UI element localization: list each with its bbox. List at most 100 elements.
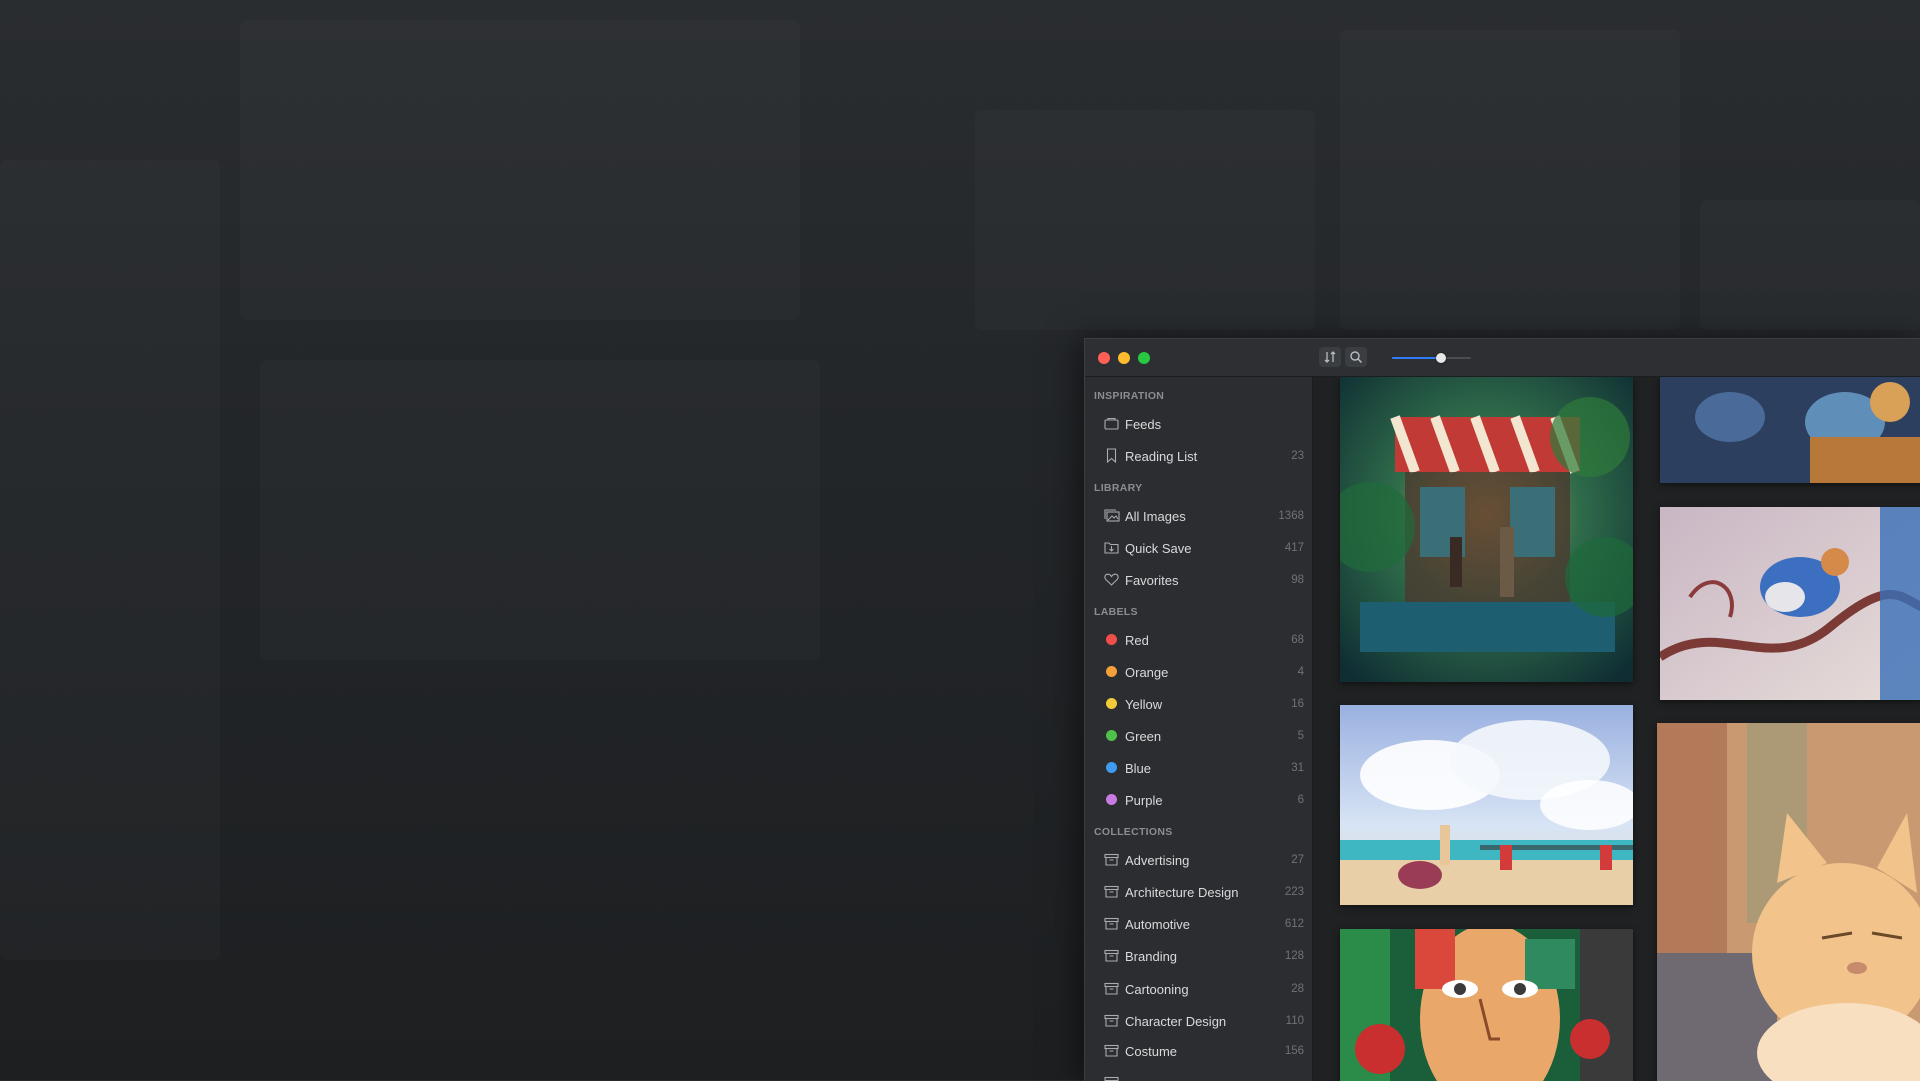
label-dot-icon xyxy=(1103,759,1120,776)
sidebar-item-label-purple[interactable]: Purple 6 xyxy=(1085,787,1312,813)
label-dot-icon xyxy=(1103,727,1120,744)
sidebar-item-collection-partial[interactable] xyxy=(1085,1070,1312,1081)
sidebar-item-collection-branding[interactable]: Branding 128 xyxy=(1085,943,1312,969)
artwork-seaside-image xyxy=(1340,705,1633,905)
sidebar-item-collection-cartooning[interactable]: Cartooning 28 xyxy=(1085,976,1312,1002)
heart-icon xyxy=(1103,571,1120,588)
sidebar-item-count: 5 xyxy=(1297,730,1304,742)
sidebar-item-label: Branding xyxy=(1125,949,1178,964)
sidebar-item-collection-costume[interactable]: Costume 156 xyxy=(1085,1038,1312,1064)
sidebar-item-label: Favorites xyxy=(1125,573,1179,588)
image-thumbnail[interactable] xyxy=(1660,377,1920,483)
sidebar-item-label: Green xyxy=(1125,729,1162,744)
sidebar-item-collection-character-design[interactable]: Character Design 110 xyxy=(1085,1008,1312,1034)
slider-fill xyxy=(1392,357,1441,359)
archive-box-icon xyxy=(1103,851,1120,868)
sidebar-item-all-images[interactable]: All Images 1368 xyxy=(1085,503,1312,529)
background-shape xyxy=(975,110,1315,330)
image-thumbnail[interactable] xyxy=(1340,929,1633,1081)
background-shape xyxy=(260,360,820,660)
sidebar-item-count: 28 xyxy=(1291,983,1304,995)
sidebar-item-count: 98 xyxy=(1291,574,1304,586)
title-bar xyxy=(1085,339,1920,377)
sidebar: INSPIRATION Feeds Reading List 23 LIBRAR… xyxy=(1085,377,1313,1081)
sidebar-item-count: 110 xyxy=(1285,1015,1304,1027)
sidebar-item-count: 1368 xyxy=(1278,510,1304,522)
section-header-inspiration: INSPIRATION xyxy=(1094,390,1165,402)
blue-dot-icon xyxy=(1106,762,1117,773)
sidebar-item-quick-save[interactable]: Quick Save 417 xyxy=(1085,535,1312,561)
sidebar-item-label-orange[interactable]: Orange 4 xyxy=(1085,659,1312,685)
section-header-library: LIBRARY xyxy=(1094,482,1143,494)
sidebar-item-count: 417 xyxy=(1284,542,1304,554)
close-window-button[interactable] xyxy=(1098,352,1110,364)
archive-box-icon xyxy=(1103,883,1120,900)
sidebar-item-label: Red xyxy=(1125,633,1149,648)
sidebar-item-label: Character Design xyxy=(1125,1014,1227,1029)
sidebar-item-label: Cartooning xyxy=(1125,982,1189,997)
label-dot-icon xyxy=(1103,663,1120,680)
artwork-cat-portrait-image xyxy=(1657,723,1920,1081)
sidebar-item-collection-automotive[interactable]: Automotive 612 xyxy=(1085,911,1312,937)
sidebar-item-label: Orange xyxy=(1125,665,1169,680)
sidebar-item-count: 612 xyxy=(1284,918,1304,930)
background-shape xyxy=(1340,30,1680,330)
sidebar-item-label-yellow[interactable]: Yellow 16 xyxy=(1085,691,1312,717)
orange-dot-icon xyxy=(1106,666,1117,677)
sidebar-item-label: Architecture Design xyxy=(1125,885,1239,900)
sidebar-item-collection-architecture-design[interactable]: Architecture Design 223 xyxy=(1085,879,1312,905)
sidebar-item-label: Advertising xyxy=(1125,853,1190,868)
sidebar-item-favorites[interactable]: Favorites 98 xyxy=(1085,567,1312,593)
artwork-bird-branch-image xyxy=(1660,507,1920,700)
sidebar-item-count: 4 xyxy=(1297,666,1304,678)
app-window: INSPIRATION Feeds Reading List 23 LIBRAR… xyxy=(1084,338,1920,1081)
sidebar-item-label: Blue xyxy=(1125,761,1152,776)
sidebar-item-label: All Images xyxy=(1125,509,1186,524)
image-thumbnail[interactable] xyxy=(1340,705,1633,905)
feeds-icon xyxy=(1103,415,1120,432)
sidebar-item-count: 31 xyxy=(1291,762,1304,774)
sidebar-item-count: 6 xyxy=(1297,794,1304,806)
bookmark-icon xyxy=(1103,447,1120,464)
images-icon xyxy=(1103,507,1120,524)
sidebar-item-collection-advertising[interactable]: Advertising 27 xyxy=(1085,847,1312,873)
green-dot-icon xyxy=(1106,730,1117,741)
sidebar-item-label-blue[interactable]: Blue 31 xyxy=(1085,755,1312,781)
sidebar-item-label: Costume xyxy=(1125,1044,1178,1059)
sidebar-item-feeds[interactable]: Feeds xyxy=(1085,411,1312,437)
yellow-dot-icon xyxy=(1106,698,1117,709)
sidebar-item-label-red[interactable]: Red 68 xyxy=(1085,627,1312,653)
search-button[interactable] xyxy=(1345,347,1367,367)
image-thumbnail[interactable] xyxy=(1660,507,1920,700)
minimize-window-button[interactable] xyxy=(1118,352,1130,364)
image-thumbnail[interactable] xyxy=(1340,377,1633,682)
archive-box-icon xyxy=(1103,915,1120,932)
sidebar-item-count: 68 xyxy=(1291,634,1304,646)
red-dot-icon xyxy=(1106,634,1117,645)
background-shape xyxy=(240,20,800,320)
slider-knob[interactable] xyxy=(1435,353,1446,363)
sidebar-item-reading-list[interactable]: Reading List 23 xyxy=(1085,443,1312,469)
quick-save-icon xyxy=(1103,539,1120,556)
sidebar-item-label: Yellow xyxy=(1125,697,1163,712)
label-dot-icon xyxy=(1103,631,1120,648)
search-icon xyxy=(1350,351,1363,364)
label-dot-icon xyxy=(1103,791,1120,808)
background-shape xyxy=(0,160,220,960)
sidebar-item-count: 27 xyxy=(1291,854,1304,866)
sidebar-item-label-green[interactable]: Green 5 xyxy=(1085,723,1312,749)
zoom-window-button[interactable] xyxy=(1138,352,1150,364)
artwork-cat-bowl-image xyxy=(1660,377,1920,483)
sort-button[interactable] xyxy=(1319,347,1341,367)
image-thumbnail[interactable] xyxy=(1657,723,1920,1081)
image-grid xyxy=(1313,377,1920,1081)
sidebar-item-count: 223 xyxy=(1284,886,1304,898)
sidebar-item-label: Automotive xyxy=(1125,917,1191,932)
sidebar-item-label: Feeds xyxy=(1125,417,1162,432)
sort-arrows-icon xyxy=(1324,351,1336,363)
artwork-graffiti-face-image xyxy=(1340,929,1633,1081)
sidebar-item-label: Quick Save xyxy=(1125,541,1192,556)
sidebar-item-label: Purple xyxy=(1125,793,1163,808)
sidebar-item-count: 156 xyxy=(1284,1045,1304,1057)
thumbnail-size-slider[interactable] xyxy=(1392,353,1471,363)
